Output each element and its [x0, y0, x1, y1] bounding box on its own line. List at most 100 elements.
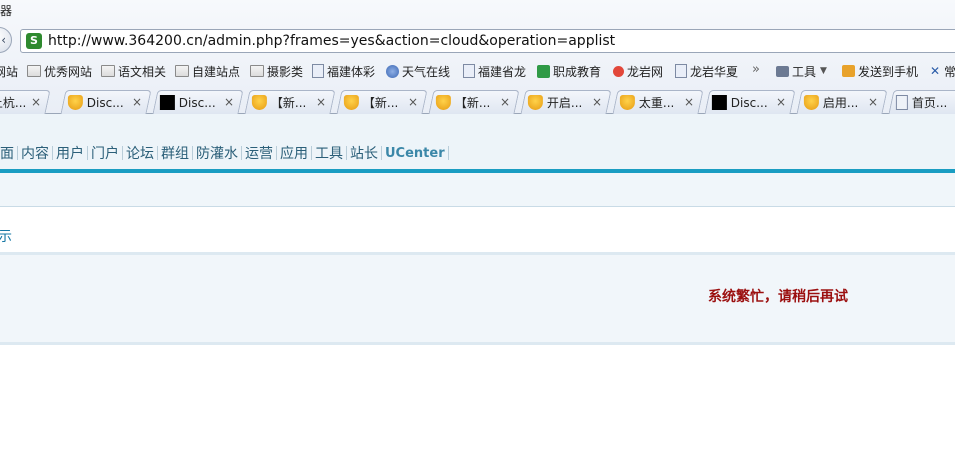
- folder-icon: [27, 65, 41, 77]
- chevron-down-icon: ▼: [820, 66, 827, 76]
- nav-item-anti-spam[interactable]: 防灌水: [193, 143, 241, 163]
- black-square-icon: [159, 95, 175, 110]
- close-icon[interactable]: ×: [592, 95, 602, 109]
- nav-item-groups[interactable]: 群组: [158, 143, 192, 163]
- close-icon[interactable]: ×: [224, 95, 234, 109]
- url-text[interactable]: http://www.364200.cn/admin.php?frames=ye…: [48, 33, 615, 49]
- error-message: 系统繁忙，请稍后再试: [708, 289, 848, 305]
- close-icon[interactable]: ×: [132, 95, 142, 109]
- close-icon[interactable]: ×: [408, 95, 418, 109]
- close-icon[interactable]: ×: [868, 95, 878, 109]
- browser-tab[interactable]: 启用... ×: [796, 90, 888, 114]
- bookmark-label: 常: [944, 64, 955, 79]
- send-to-phone-button[interactable]: 发送到手机: [842, 63, 918, 79]
- bookmark-item[interactable]: 天气在线: [386, 63, 450, 79]
- red-dot-icon: [613, 65, 624, 77]
- tip-heading: 示: [0, 229, 12, 245]
- trophy-cup-icon: [527, 95, 543, 110]
- bookmark-item[interactable]: 职成教育: [537, 63, 601, 79]
- tab-label: 开启...: [546, 96, 583, 110]
- bookmark-item[interactable]: 福建省龙: [463, 63, 526, 79]
- bookmark-item[interactable]: 龙岩网: [613, 63, 663, 79]
- tab-label: 首页...: [911, 96, 948, 110]
- trophy-cup-icon: [435, 95, 451, 110]
- browser-tab[interactable]: 【新... ×: [244, 90, 336, 114]
- bookmark-item[interactable]: ✕ 常: [929, 63, 955, 79]
- nav-item-users[interactable]: 用户: [53, 143, 87, 163]
- nav-item-content[interactable]: 内容: [18, 143, 52, 163]
- bookmark-label: 语文相关: [118, 64, 167, 79]
- browser-tab[interactable]: 开启... ×: [520, 90, 612, 114]
- sub-nav-strip: [0, 173, 955, 207]
- folder-icon: [101, 65, 115, 77]
- bookmark-item[interactable]: 摄影类: [250, 63, 303, 79]
- page-icon: [463, 64, 475, 78]
- bookmark-item[interactable]: 福建体彩: [312, 63, 375, 79]
- folder-icon: [175, 65, 189, 77]
- nav-item-ucenter[interactable]: UCenter: [382, 146, 448, 161]
- bookmark-item[interactable]: 优秀网站: [27, 63, 92, 79]
- tab-label: Disc...: [730, 95, 768, 110]
- admin-main-nav: 面 内容 用户 门户 论坛 群组 防灌水 运营 应用 工具 站长 UCenter: [0, 143, 449, 163]
- globe-icon: [386, 64, 399, 78]
- bookmark-label: 福建体彩: [327, 64, 376, 79]
- black-square-icon: [711, 95, 727, 110]
- tab-label: Disc...: [178, 95, 216, 110]
- nav-item-apps[interactable]: 应用: [277, 143, 311, 163]
- close-icon[interactable]: ×: [500, 95, 510, 109]
- bookmark-label: 龙岩网: [627, 64, 664, 79]
- bookmark-item[interactable]: 网站: [0, 63, 18, 79]
- bookmark-label: 自建站点: [192, 64, 241, 79]
- bookmarks-bar: 网站 优秀网站 语文相关 自建站点 摄影类 福建体彩 天气在线 福建省龙 职成教…: [0, 60, 955, 82]
- browser-tab[interactable]: Disc... ×: [152, 90, 244, 114]
- bookmark-item[interactable]: 龙岩华夏: [675, 63, 738, 79]
- page-icon: [312, 64, 324, 78]
- bookmark-label: 福建省龙: [478, 64, 527, 79]
- browser-tab[interactable]: 太重... ×: [612, 90, 704, 114]
- site-favicon-icon: S: [26, 33, 42, 49]
- browser-tab[interactable]: Disc... ×: [60, 90, 152, 114]
- bookmark-label: 发送到手机: [858, 64, 919, 79]
- close-icon[interactable]: ×: [776, 95, 786, 109]
- x-icon: ✕: [929, 64, 941, 78]
- nav-item-forum[interactable]: 论坛: [123, 143, 157, 163]
- tab-label: 太重...: [638, 96, 675, 110]
- bookmark-item[interactable]: 语文相关: [101, 63, 166, 79]
- trophy-cup-icon: [67, 95, 83, 110]
- browser-tab[interactable]: 【新... ×: [428, 90, 520, 114]
- nav-item-operations[interactable]: 运营: [242, 143, 276, 163]
- bookmark-label: 网站: [0, 64, 19, 79]
- browser-tab[interactable]: 【新... ×: [336, 90, 428, 114]
- tools-menu[interactable]: 工具 ▼: [776, 63, 827, 79]
- folder-icon: [250, 65, 264, 77]
- browser-tab[interactable]: 上杭... ×: [0, 90, 51, 114]
- bookmark-label: 工具: [792, 64, 817, 79]
- window-title: 器: [0, 4, 13, 18]
- bookmark-label: 摄影类: [267, 64, 304, 79]
- close-icon[interactable]: ×: [684, 95, 694, 109]
- tab-label: Disc...: [86, 95, 124, 110]
- document-icon: [895, 95, 908, 110]
- tab-strip: 上杭... × Disc... × Disc... × 【新... × 【新... × 【…: [0, 88, 955, 114]
- bookmark-label: 天气在线: [402, 64, 451, 79]
- tab-label: 【新...: [362, 96, 399, 110]
- address-bar[interactable]: S http://www.364200.cn/admin.php?frames=…: [20, 29, 955, 53]
- nav-item-tools[interactable]: 工具: [312, 143, 346, 163]
- nav-item-home[interactable]: 面: [0, 143, 17, 163]
- tab-label: 启用...: [822, 96, 859, 110]
- phone-icon: [842, 65, 855, 77]
- browser-tab[interactable]: 首页...: [888, 90, 955, 114]
- bookmark-label: 优秀网站: [44, 64, 93, 79]
- nav-item-portal[interactable]: 门户: [88, 143, 122, 163]
- bookmarks-overflow-icon[interactable]: »: [752, 62, 760, 77]
- close-icon[interactable]: ×: [31, 95, 41, 109]
- bookmark-label: 龙岩华夏: [690, 64, 739, 79]
- nav-item-webmaster[interactable]: 站长: [347, 143, 381, 163]
- back-arrow-icon: ‹: [1, 33, 6, 47]
- trophy-cup-icon: [803, 95, 819, 110]
- browser-tab[interactable]: Disc... ×: [704, 90, 796, 114]
- tab-label: 上杭...: [0, 96, 27, 110]
- close-icon[interactable]: ×: [316, 95, 326, 109]
- trophy-cup-icon: [251, 95, 267, 110]
- bookmark-item[interactable]: 自建站点: [175, 63, 240, 79]
